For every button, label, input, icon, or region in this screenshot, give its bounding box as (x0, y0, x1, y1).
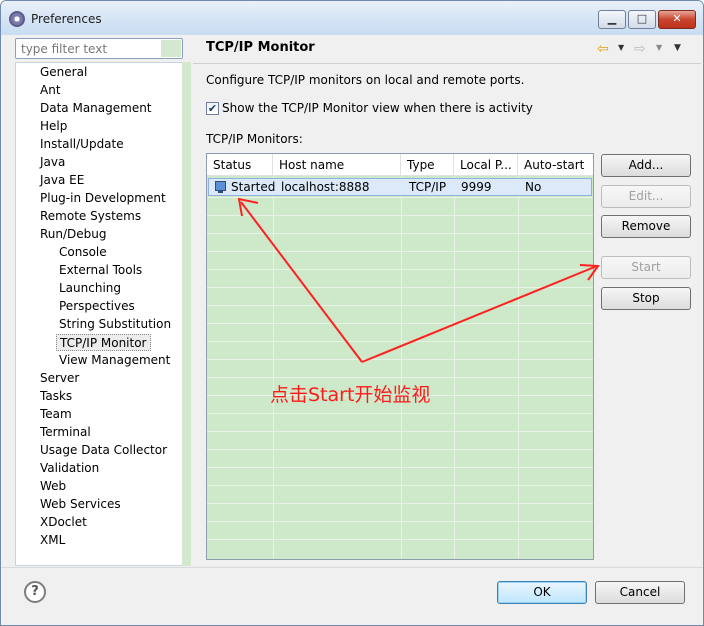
window-title: Preferences (31, 12, 102, 26)
filter-input[interactable] (17, 40, 161, 57)
grid-line (207, 359, 593, 360)
grid-line (207, 485, 593, 486)
remove-button[interactable]: Remove (601, 215, 691, 238)
show-view-checkbox[interactable]: ✔ (206, 102, 219, 115)
grid-line (207, 503, 593, 504)
column-status[interactable]: Status (207, 154, 273, 176)
preference-tree: General Ant Data Management Help Install… (15, 62, 183, 566)
preferences-window: Preferences ▁ □ ✕ General Ant Data Manag… (0, 0, 704, 626)
footer-separator (1, 567, 703, 568)
tree-item-console[interactable]: Console (59, 244, 107, 261)
grid-line (207, 539, 593, 540)
tree-item-terminal[interactable]: Terminal (40, 424, 91, 441)
show-view-label: Show the TCP/IP Monitor view when there … (222, 101, 533, 115)
cancel-button[interactable]: Cancel (595, 581, 685, 604)
grid-line (207, 449, 593, 450)
maximize-button[interactable]: □ (628, 10, 656, 29)
clear-filter-icon[interactable] (161, 40, 181, 57)
tree-item-usage-data-collector[interactable]: Usage Data Collector (40, 442, 167, 459)
page-description: Configure TCP/IP monitors on local and r… (206, 73, 525, 87)
add-button[interactable]: Add... (601, 154, 691, 177)
tree-item-java[interactable]: Java (40, 154, 65, 171)
back-arrow-icon[interactable]: ⇦ (597, 41, 609, 57)
help-icon[interactable]: ? (24, 581, 46, 603)
page-title: TCP/IP Monitor (206, 40, 315, 55)
tree-item-launching[interactable]: Launching (59, 280, 121, 297)
tree-item-data-management[interactable]: Data Management (40, 100, 152, 117)
forward-menu-icon[interactable]: ▼ (656, 43, 662, 52)
column-auto-start[interactable]: Auto-start (518, 154, 593, 176)
stop-button[interactable]: Stop (601, 287, 691, 310)
cell-auto-start: No (525, 180, 542, 194)
grid-line (207, 467, 593, 468)
grid-line (207, 431, 593, 432)
cell-status: Started (231, 180, 276, 194)
title-bar: Preferences ▁ □ ✕ (1, 1, 703, 35)
tree-item-server[interactable]: Server (40, 370, 79, 387)
tree-item-xml[interactable]: XML (40, 532, 65, 549)
grid-line (207, 215, 593, 216)
grid-line (207, 233, 593, 234)
table-header: Status Host name Type Local P... Auto-st… (207, 154, 593, 176)
eclipse-icon (9, 11, 25, 27)
grid-line (207, 287, 593, 288)
close-button[interactable]: ✕ (658, 10, 696, 29)
grid-line (207, 413, 593, 414)
grid-line (207, 269, 593, 270)
tree-item-tcpip-monitor[interactable]: TCP/IP Monitor (56, 334, 151, 351)
tree-item-view-management[interactable]: View Management (59, 352, 170, 369)
column-local-port[interactable]: Local P... (454, 154, 518, 176)
grid-line (207, 323, 593, 324)
monitors-table[interactable]: Status Host name Type Local P... Auto-st… (206, 153, 594, 560)
tree-item-perspectives[interactable]: Perspectives (59, 298, 135, 315)
tree-item-string-substitution[interactable]: String Substitution (59, 316, 171, 333)
column-type[interactable]: Type (401, 154, 454, 176)
grid-line (207, 377, 593, 378)
cell-local-port: 9999 (461, 180, 492, 194)
tree-item-general[interactable]: General (40, 64, 87, 81)
monitors-label: TCP/IP Monitors: (206, 132, 303, 146)
start-button[interactable]: Start (601, 256, 691, 279)
column-host-name[interactable]: Host name (273, 154, 401, 176)
view-menu-icon[interactable]: ▼ (674, 43, 681, 53)
tree-item-help[interactable]: Help (40, 118, 67, 135)
tree-item-web[interactable]: Web (40, 478, 66, 495)
tree-item-run-debug[interactable]: Run/Debug (40, 226, 107, 243)
title-separator (193, 63, 701, 64)
ok-button[interactable]: OK (497, 581, 587, 604)
cell-type: TCP/IP (409, 180, 447, 194)
cell-host-name: localhost:8888 (281, 180, 370, 194)
grid-line (207, 341, 593, 342)
annotation-text: 点击Start开始监视 (270, 384, 431, 406)
grid-line (207, 197, 593, 198)
tree-item-java-ee[interactable]: Java EE (40, 172, 84, 189)
edit-button[interactable]: Edit... (601, 185, 691, 208)
tree-item-external-tools[interactable]: External Tools (59, 262, 142, 279)
tree-item-web-services[interactable]: Web Services (40, 496, 121, 513)
forward-arrow-icon[interactable]: ⇨ (634, 41, 646, 57)
back-menu-icon[interactable]: ▼ (618, 43, 624, 52)
minimize-button[interactable]: ▁ (598, 10, 626, 29)
monitor-status-icon (215, 181, 226, 193)
tree-item-tasks[interactable]: Tasks (40, 388, 72, 405)
grid-line (207, 305, 593, 306)
tree-item-validation[interactable]: Validation (40, 460, 99, 477)
tree-item-team[interactable]: Team (40, 406, 72, 423)
tree-scrollbar[interactable] (182, 62, 191, 566)
tree-item-ant[interactable]: Ant (40, 82, 61, 99)
tree-item-remote-systems[interactable]: Remote Systems (40, 208, 141, 225)
filter-box (15, 38, 183, 59)
grid-line (207, 521, 593, 522)
tree-item-xdoclet[interactable]: XDoclet (40, 514, 87, 531)
tree-item-plugin-development[interactable]: Plug-in Development (40, 190, 166, 207)
grid-line (207, 251, 593, 252)
tree-item-install-update[interactable]: Install/Update (40, 136, 124, 153)
table-row[interactable]: Started localhost:8888 TCP/IP 9999 No (208, 178, 592, 196)
